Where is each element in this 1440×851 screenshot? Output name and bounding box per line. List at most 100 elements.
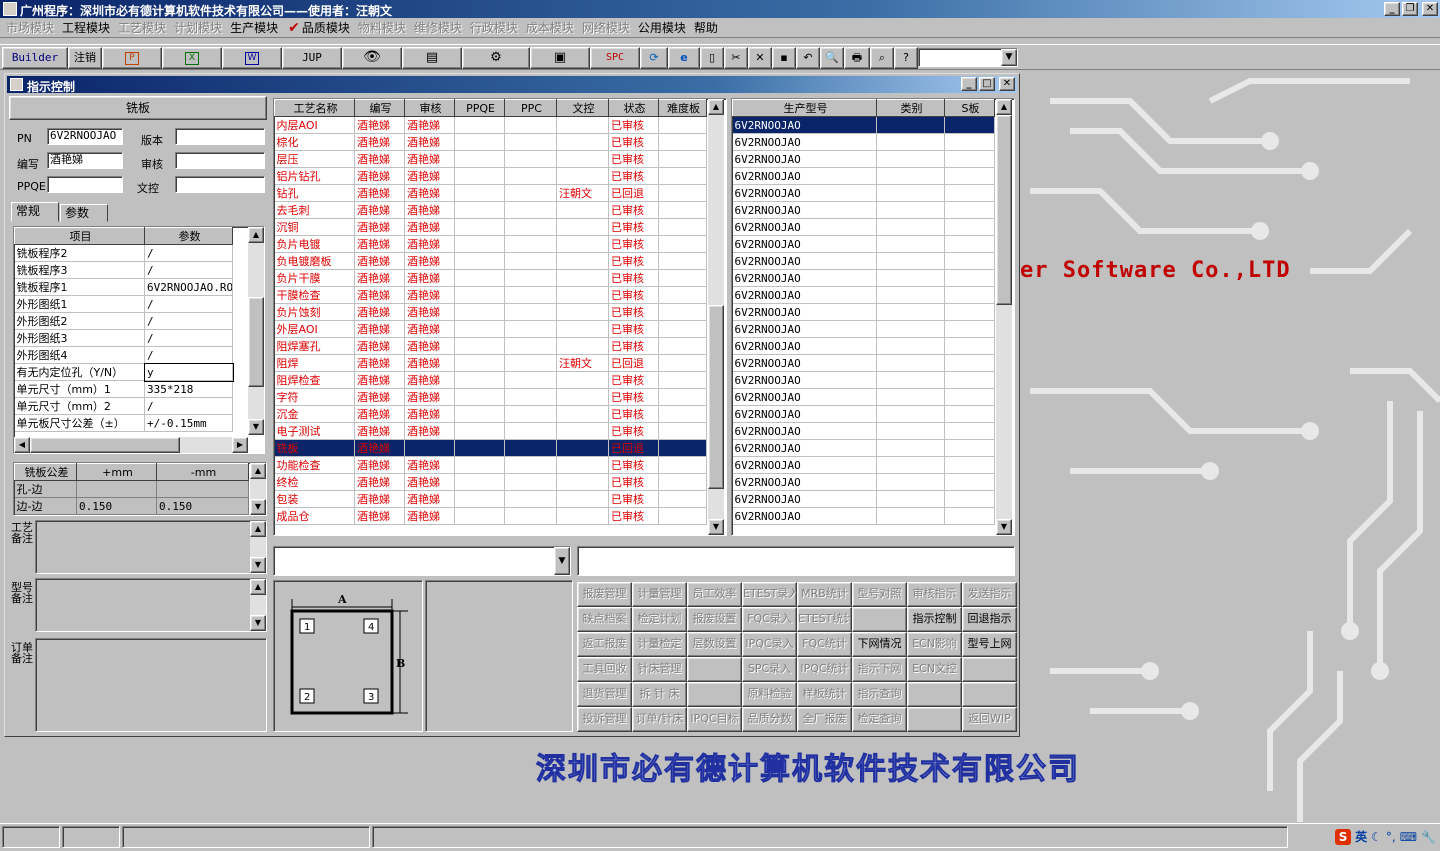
sogou-icon[interactable]: S <box>1335 828 1352 845</box>
process-header-3[interactable]: PPQE <box>454 99 505 117</box>
process-row[interactable]: 字符 酒艳娣 酒艳娣 已审核 <box>274 388 707 406</box>
function-button-44[interactable]: 全厂报废 <box>797 707 852 732</box>
function-button-14[interactable]: 指示控制 <box>907 607 962 632</box>
scroll-up-icon[interactable]: ▲ <box>708 99 724 115</box>
function-button-24[interactable]: 工具回收 <box>577 657 632 682</box>
function-button-17[interactable]: 计量检定 <box>632 632 687 657</box>
param-hscroll[interactable]: ◀ ▶ <box>14 437 248 453</box>
function-button-47[interactable]: 返回WIP <box>962 707 1017 732</box>
ie-button[interactable]: e <box>668 47 700 69</box>
function-button-42[interactable]: IPQC目标 <box>687 707 742 732</box>
process-row[interactable]: 终检 酒艳娣 酒艳娣 已审核 <box>274 473 707 491</box>
process-row[interactable]: 负片蚀刻 酒艳娣 酒艳娣 已审核 <box>274 303 707 321</box>
process-row[interactable]: 去毛刺 酒艳娣 酒艳娣 已审核 <box>274 201 707 219</box>
param-value[interactable]: y <box>143 362 234 382</box>
param-row[interactable]: 单元板尺寸公差（±） +/-0.15mm <box>14 414 233 432</box>
review-field[interactable] <box>175 152 265 169</box>
memo-model[interactable]: ▲ ▼ <box>35 578 267 632</box>
scroll-up-icon[interactable]: ▲ <box>250 463 266 479</box>
minimize-button[interactable]: _ <box>1384 2 1400 16</box>
process-row[interactable]: 沉金 酒艳娣 酒艳娣 已审核 <box>274 405 707 423</box>
model-row[interactable]: 6V2RNOOJAO <box>732 218 995 236</box>
function-button-46[interactable] <box>907 707 962 732</box>
model-row[interactable]: 6V2RNOOJAO <box>732 133 995 151</box>
function-button-22[interactable]: ECN影响 <box>907 632 962 657</box>
scroll-thumb[interactable] <box>248 297 264 387</box>
process-row[interactable]: 铣板 酒艳娣 已回退 <box>274 439 707 457</box>
param-value[interactable]: 335*218 <box>144 380 233 398</box>
scroll-thumb-h[interactable] <box>30 437 180 453</box>
scroll-right-icon[interactable]: ▶ <box>232 437 248 453</box>
tol-cell[interactable]: 0.150 <box>76 497 157 515</box>
window-close-button[interactable]: ✕ <box>999 77 1015 91</box>
process-row[interactable]: 阻焊塞孔 酒艳娣 酒艳娣 已审核 <box>274 337 707 355</box>
function-button-27[interactable]: SPC录入 <box>742 657 797 682</box>
function-button-26[interactable] <box>687 657 742 682</box>
menu-8[interactable]: 行政模块 <box>468 19 524 36</box>
window-minimize-button[interactable]: _ <box>961 77 977 91</box>
param-value[interactable]: / <box>144 295 233 313</box>
function-button-0[interactable]: 报废管理 <box>577 582 632 607</box>
model-header-0[interactable]: 生产型号 <box>732 99 877 117</box>
ime-toolbar[interactable]: S 英 ☾ °, ⌨ 🔧 <box>1335 828 1436 845</box>
process-row[interactable]: 钻孔 酒艳娣 酒艳娣 汪朝文 已回退 <box>274 184 707 202</box>
process-header-0[interactable]: 工艺名称 <box>274 99 355 117</box>
function-button-12[interactable]: ETEST统计 <box>797 607 852 632</box>
process-row[interactable]: 棕化 酒艳娣 酒艳娣 已审核 <box>274 133 707 151</box>
model-row[interactable]: 6V2RNOOJAO <box>732 303 995 321</box>
menu-11[interactable]: 公用模块 <box>636 19 692 36</box>
model-header-2[interactable]: S板 <box>944 99 995 117</box>
new-button[interactable]: ▯ <box>700 47 724 69</box>
tab-general[interactable]: 常规 <box>11 202 59 222</box>
tol-vscroll[interactable]: ▲ ▼ <box>250 463 266 515</box>
model-vscroll[interactable]: ▲ ▼ <box>996 99 1012 535</box>
menu-0[interactable]: 市场模块 <box>4 19 60 36</box>
menu-10[interactable]: 网络模块 <box>580 19 636 36</box>
function-button-20[interactable]: FQC统计 <box>797 632 852 657</box>
param-value[interactable]: / <box>144 346 233 364</box>
menu-3[interactable]: 计划模块 <box>172 19 228 36</box>
function-button-38[interactable] <box>907 682 962 707</box>
model-header-1[interactable]: 类别 <box>876 99 945 117</box>
tab-params[interactable]: 参数 <box>60 204 108 222</box>
function-button-13[interactable] <box>852 607 907 632</box>
menu-1[interactable]: 工程模块 <box>60 19 116 36</box>
database-button[interactable]: ▤ <box>402 47 462 69</box>
memo2-vscroll[interactable]: ▲ ▼ <box>250 579 266 631</box>
scroll-down-icon[interactable]: ▼ <box>250 615 266 631</box>
scroll-up-icon[interactable]: ▲ <box>996 99 1012 115</box>
model-row[interactable]: 6V2RNOOJAO <box>732 150 995 168</box>
preview-button[interactable]: 🔍 <box>820 47 844 69</box>
save-button[interactable]: ▪ <box>772 47 796 69</box>
tol-cell[interactable] <box>156 480 249 498</box>
process-vscroll[interactable]: ▲ ▼ <box>708 99 724 535</box>
menu-9[interactable]: 成本模块 <box>524 19 580 36</box>
function-button-8[interactable]: 缺点档案 <box>577 607 632 632</box>
keyboard-icon[interactable]: ⌨ <box>1400 830 1417 844</box>
scroll-down-icon[interactable]: ▼ <box>996 519 1012 535</box>
function-button-43[interactable]: 品质分数 <box>742 707 797 732</box>
function-button-21[interactable]: 下网情况 <box>852 632 907 657</box>
function-button-1[interactable]: 计量管理 <box>632 582 687 607</box>
spc-button[interactable]: SPC <box>590 47 640 69</box>
function-button-29[interactable]: 指示下网 <box>852 657 907 682</box>
excel-button[interactable]: X <box>162 47 222 69</box>
process-row[interactable]: 负电镀磨板 酒艳娣 酒艳娣 已审核 <box>274 252 707 270</box>
process-header-1[interactable]: 编写 <box>354 99 405 117</box>
process-row[interactable]: 层压 酒艳娣 酒艳娣 已审核 <box>274 150 707 168</box>
function-button-36[interactable]: 样板统计 <box>797 682 852 707</box>
model-row[interactable]: 6V2RNOOJAO <box>732 371 995 389</box>
find-button[interactable]: ⌕ <box>870 47 894 69</box>
model-row[interactable]: 6V2RNOOJAO <box>732 507 995 525</box>
builder-button[interactable]: Builder <box>2 47 68 69</box>
restore-button[interactable]: ❐ <box>1402 2 1418 16</box>
param-row[interactable]: 铣板程序1 6V2RNOOJAO.ROU <box>14 278 233 296</box>
function-button-11[interactable]: FQC录入 <box>742 607 797 632</box>
param-row[interactable]: 外形图纸4/ <box>14 346 233 364</box>
word-button[interactable]: W <box>222 47 282 69</box>
function-button-5[interactable]: 型号对照 <box>852 582 907 607</box>
function-button-9[interactable]: 检定计划 <box>632 607 687 632</box>
menu-4[interactable]: 生产模块 <box>228 19 284 36</box>
param-value[interactable]: / <box>144 244 233 262</box>
help-button[interactable]: ? <box>894 47 918 69</box>
